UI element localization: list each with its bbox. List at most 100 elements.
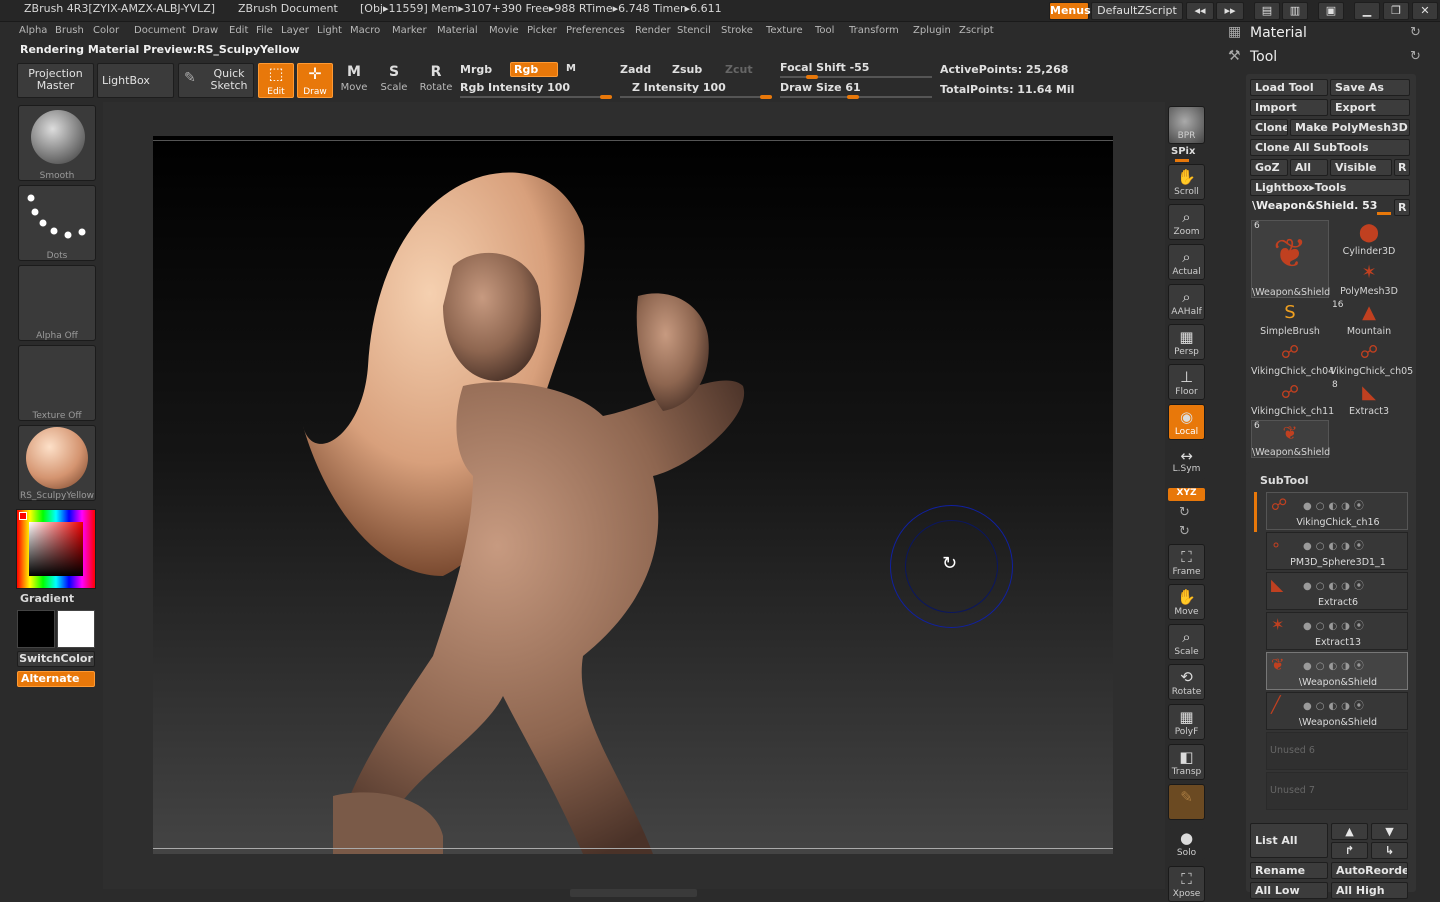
tool-thumb-polymesh[interactable]: ✶ PolyMesh3D [1330,260,1408,298]
subtool-toggles[interactable]: ●○◐◑⦿ [1303,657,1368,672]
mrgb-toggle[interactable]: Mrgb [460,63,492,76]
draw-size-slider[interactable]: Draw Size 61 [780,81,861,94]
menu-material[interactable]: Material [437,25,478,36]
all-low-button[interactable]: All Low [1250,882,1328,899]
menus-button[interactable]: Menus [1049,2,1091,20]
stroke-selector[interactable]: Dots [18,185,96,261]
alternate-toggle[interactable]: Alternate [17,671,95,687]
tool-thumb-vikingchick-ch05[interactable]: ☍ VikingChick_ch05 [1330,340,1413,378]
menu-document[interactable]: Document [134,25,186,36]
menu-zplugin[interactable]: Zplugin [913,25,951,36]
menu-texture[interactable]: Texture [766,25,803,36]
list-all-button[interactable]: List All [1250,823,1328,858]
subtool-toggles[interactable]: ●○◐◑⦿ [1303,497,1368,512]
draw-mode-button[interactable]: ✛ Draw [297,63,333,98]
rgb-toggle[interactable]: Rgb [510,62,558,77]
rename-button[interactable]: Rename [1250,862,1328,879]
menu-alpha[interactable]: Alpha [19,25,47,36]
zadd-toggle[interactable]: Zadd [620,63,651,76]
menu-color[interactable]: Color [93,25,119,36]
goz-visible-button[interactable]: Visible [1330,159,1392,176]
ghost-button[interactable]: ✎ [1168,784,1205,820]
menu-layer[interactable]: Layer [281,25,309,36]
document-canvas[interactable]: ↻ [153,136,1113,854]
switch-color-button[interactable]: SwitchColor [17,651,95,667]
menu-render[interactable]: Render [635,25,671,36]
export-button[interactable]: Export [1330,99,1410,116]
tool-r-button[interactable]: R [1394,199,1410,216]
menu-file[interactable]: File [256,25,273,36]
brush-selector[interactable]: Smooth [18,105,96,181]
save-as-button[interactable]: Save As [1330,79,1410,96]
menu-zscript[interactable]: Zscript [959,25,994,36]
insert-up-icon[interactable]: ↱ [1331,842,1368,859]
scale-view-button[interactable]: ⌕ Scale [1168,624,1205,660]
material-selector[interactable]: RS_SculpyYellow [18,425,96,501]
polyf-button[interactable]: ▦ PolyF [1168,704,1205,740]
bottom-shelf-handle[interactable] [570,889,697,897]
goz-button[interactable]: GoZ [1250,159,1288,176]
material-refresh-icon[interactable]: ↻ [1410,25,1421,40]
current-tool-handle[interactable] [1377,212,1391,215]
scroll-button[interactable]: ✋ Scroll [1168,164,1205,200]
rotate-tool-button[interactable]: R Rotate [418,64,454,93]
subtool-row[interactable]: ☍ ●○◐◑⦿ VikingChick_ch16 [1266,492,1408,530]
subtool-row[interactable]: ∘ ●○◐◑⦿ PM3D_Sphere3D1_1 [1266,532,1408,570]
import-button[interactable]: Import [1250,99,1328,116]
secondary-color-swatch[interactable] [57,610,95,648]
solo-button[interactable]: ● Solo [1168,828,1205,860]
move-view-button[interactable]: ✋ Move [1168,584,1205,620]
load-tool-button[interactable]: Load Tool [1250,79,1328,96]
color-square[interactable] [29,522,83,576]
tool-thumb-weapon-shield-2[interactable]: 6 ❦ \Weapon&Shield [1251,420,1330,458]
subtool-header[interactable]: SubTool [1260,474,1309,487]
lightbox-button[interactable]: LightBox [97,63,174,98]
menu-marker[interactable]: Marker [392,25,427,36]
rotate-y-icon[interactable]: ↻ [1179,505,1190,520]
insert-down-icon[interactable]: ↳ [1371,842,1408,859]
menu-preferences[interactable]: Preferences [566,25,625,36]
subtool-row[interactable]: ✶ ●○◐◑⦿ Extract13 [1266,612,1408,650]
current-tool-slider[interactable]: \Weapon&Shield. 53 [1252,199,1377,212]
focal-shift-slider[interactable]: Focal Shift -55 [780,61,869,74]
menu-picker[interactable]: Picker [527,25,557,36]
lightbox-tools-button[interactable]: Lightbox▸Tools [1250,179,1410,196]
menu-stencil[interactable]: Stencil [677,25,711,36]
menu-macro[interactable]: Macro [350,25,380,36]
spix-slider[interactable]: SPix [1171,146,1195,157]
subtool-toggles[interactable]: ●○◐◑⦿ [1303,697,1368,712]
menu-movie[interactable]: Movie [489,25,519,36]
spix-handle[interactable] [1175,159,1189,162]
aahalf-button[interactable]: ⌕ AAHalf [1168,284,1205,320]
texture-selector[interactable]: Texture Off [18,345,96,421]
subtool-toggles[interactable]: ●○◐◑⦿ [1303,577,1368,592]
scale-tool-button[interactable]: S Scale [378,64,410,93]
bpr-button[interactable]: BPR [1168,106,1205,144]
menu-tool[interactable]: Tool [815,25,834,36]
lsym-button[interactable]: ↔ L.Sym [1168,448,1205,480]
subtool-row[interactable]: ◣ ●○◐◑⦿ Extract6 [1266,572,1408,610]
minimize-icon[interactable]: ▁ [1354,2,1380,20]
menu-brush[interactable]: Brush [55,25,84,36]
move-up-icon[interactable]: ▲ [1331,823,1368,840]
z-intensity-handle[interactable] [760,95,772,99]
autoreorder-button[interactable]: AutoReorder [1331,862,1408,879]
color-picker[interactable] [16,509,96,589]
maximize-icon[interactable]: ❐ [1383,2,1409,20]
floor-button[interactable]: ⊥ Floor [1168,364,1205,400]
focal-shift-handle[interactable] [806,75,818,79]
frame-button[interactable]: ⛶ Frame [1168,544,1205,580]
goz-all-button[interactable]: All [1290,159,1328,176]
rgb-intensity-slider[interactable]: Rgb Intensity 100 [460,81,570,94]
main-color-swatch[interactable] [17,610,55,648]
subtool-toggles[interactable]: ●○◐◑⦿ [1303,537,1368,552]
tool-thumb-mountain[interactable]: 16 ▲ Mountain [1330,300,1408,338]
layout-alt-icon[interactable]: ▥ [1282,2,1308,20]
tool-thumb-vikingchick-ch04[interactable]: ☍ VikingChick_ch04 [1251,340,1334,378]
move-down-icon[interactable]: ▼ [1371,823,1408,840]
tool-thumb-cylinder[interactable]: ⬤ Cylinder3D [1330,220,1408,258]
menu-draw[interactable]: Draw [192,25,218,36]
rotate-z-icon[interactable]: ↻ [1179,524,1190,539]
all-high-button[interactable]: All High [1331,882,1408,899]
zoom-button[interactable]: ⌕ Zoom [1168,204,1205,240]
